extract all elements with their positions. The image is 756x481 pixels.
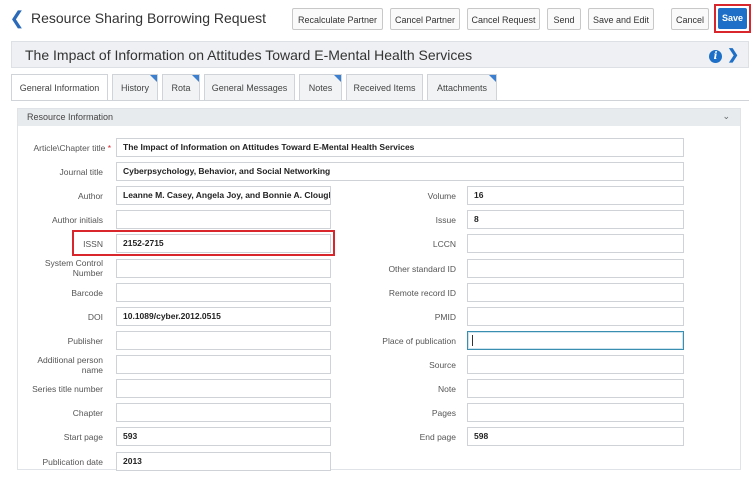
barcode-field[interactable] [116,283,331,302]
cancel-request-button[interactable]: Cancel Request [467,8,540,30]
article-title-field[interactable]: The Impact of Information on Attitudes T… [116,138,684,157]
note-label: Note [438,384,456,394]
journal-title-field[interactable]: Cyberpsychology, Behavior, and Social Ne… [116,162,684,181]
pages-label: Pages [431,408,456,418]
additional-person-name-field[interactable] [116,355,331,374]
tab-label: History [120,83,149,93]
cancel-partner-button[interactable]: Cancel Partner [390,8,460,30]
remote-record-id-field[interactable] [467,283,684,302]
chevron-down-icon[interactable]: ⌄ [722,111,730,122]
doi-label: DOI [87,312,103,322]
cancel-button[interactable]: Cancel [671,8,709,30]
place-of-publication-field[interactable] [467,331,684,350]
required-marker: * [107,143,111,153]
source-label: Source [429,360,456,370]
tab-notes[interactable]: Notes [299,74,342,100]
tab-rota[interactable]: Rota [162,74,200,100]
issue-field[interactable]: 8 [467,210,684,229]
remote-record-id-label: Remote record ID [388,288,456,298]
issn-highlight-box [72,230,335,256]
record-title: The Impact of Information on Attitudes T… [25,47,473,63]
start-page-label: Start page [63,432,103,442]
lccn-field[interactable] [467,234,684,253]
system-control-number-label: System Control Number [44,258,103,278]
tab-flag-icon [150,75,157,82]
end-page-label: End page [419,432,456,442]
tab-label: Rota [171,83,191,93]
recalculate-partner-button[interactable]: Recalculate Partner [292,8,383,30]
publisher-label: Publisher [67,336,103,346]
note-field[interactable] [467,379,684,398]
author-initials-field[interactable] [116,210,331,229]
send-button[interactable]: Send [547,8,581,30]
tab-underline [11,100,749,101]
start-page-field[interactable]: 593 [116,427,331,446]
barcode-label: Barcode [71,288,103,298]
tab-label: Notes [308,83,333,93]
doi-field[interactable]: 10.1089/cyber.2012.0515 [116,307,331,326]
tab-general-information[interactable]: General Information [11,74,108,101]
publication-date-label: Publication date [42,457,104,467]
source-field[interactable] [467,355,684,374]
lccn-label: LCCN [432,239,456,249]
pmid-label: PMID [434,312,456,322]
tab-flag-icon [192,75,199,82]
info-icon[interactable]: i [709,50,722,63]
tab-flag-icon [334,75,341,82]
tab-attachments[interactable]: Attachments [427,74,497,100]
end-page-field[interactable]: 598 [467,427,684,446]
pages-field[interactable] [467,403,684,422]
article-title-label: Article\Chapter title * [20,143,112,153]
author-initials-label: Author initials [51,215,103,225]
label-text: Article\Chapter title [33,143,106,153]
place-of-publication-label: Place of publication [382,336,456,346]
save-button[interactable]: Save [718,8,747,29]
system-control-number-field[interactable] [116,259,331,278]
volume-field[interactable]: 16 [467,186,684,205]
tab-label: Attachments [436,83,488,93]
record-title-bar: The Impact of Information on Attitudes T… [11,41,749,68]
other-standard-id-field[interactable] [467,259,684,278]
chevron-right-icon[interactable]: ❯ [727,46,739,63]
series-title-number-field[interactable] [116,379,331,398]
section-header[interactable]: Resource Information ⌄ [18,109,740,126]
save-button-highlight: Save [714,4,751,33]
additional-person-name-label: Additional person name [37,355,103,375]
issue-label: Issue [435,215,456,225]
journal-title-label: Journal title [59,167,103,177]
text-caret [472,335,473,347]
tab-general-messages[interactable]: General Messages [204,74,295,100]
pmid-field[interactable] [467,307,684,326]
other-standard-id-label: Other standard ID [388,264,456,274]
chapter-label: Chapter [72,408,103,418]
page-title: Resource Sharing Borrowing Request [31,10,267,26]
series-title-number-label: Series title number [32,384,103,394]
tab-flag-icon [489,75,496,82]
tab-received-items[interactable]: Received Items [346,74,423,100]
publisher-field[interactable] [116,331,331,350]
volume-label: Volume [427,191,456,201]
author-label: Author [77,191,103,201]
back-chevron-icon[interactable]: ❮ [9,8,25,28]
section-title: Resource Information [27,112,114,122]
publication-date-field[interactable]: 2013 [116,452,331,471]
author-field[interactable]: Leanne M. Casey, Angela Joy, and Bonnie … [116,186,331,205]
chapter-field[interactable] [116,403,331,422]
save-and-edit-button[interactable]: Save and Edit [588,8,654,30]
tab-history[interactable]: History [112,74,158,100]
